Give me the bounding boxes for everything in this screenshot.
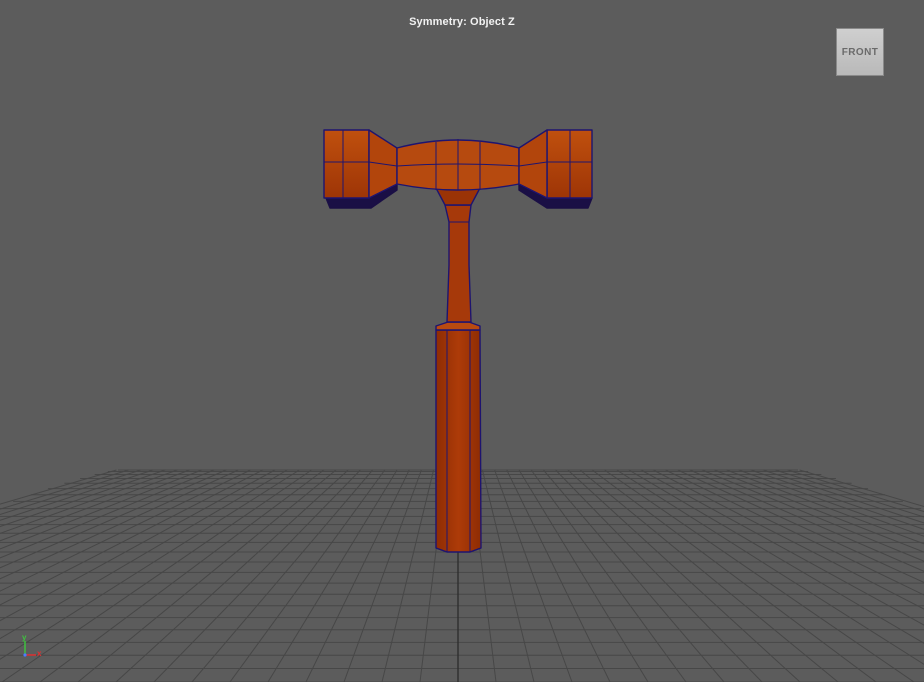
axis-x-label: x (37, 649, 42, 658)
axis-gizmo (23, 641, 36, 657)
hammer-handle[interactable] (435, 321, 482, 553)
view-cube-front[interactable]: FRONT (836, 28, 884, 76)
3d-viewport[interactable]: Symmetry: Object Z FRONT y x (0, 0, 924, 682)
symmetry-status-label: Symmetry: Object Z (409, 16, 515, 28)
hammer-neck[interactable] (435, 187, 481, 323)
axis-y-label: y (22, 633, 27, 642)
viewport-canvas[interactable] (0, 0, 924, 682)
